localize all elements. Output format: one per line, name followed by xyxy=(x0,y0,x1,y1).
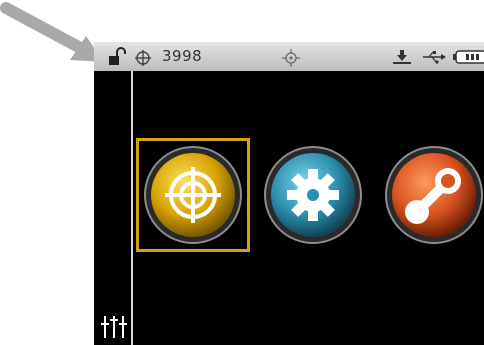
crosshair-icon xyxy=(135,50,151,66)
unlocked-padlock-icon[interactable] xyxy=(108,47,126,67)
battery-icon xyxy=(453,50,484,64)
measure-app-button[interactable] xyxy=(143,145,243,245)
status-bar: 3998 xyxy=(94,42,484,71)
usb-icon xyxy=(423,51,446,64)
settings-app-button[interactable] xyxy=(263,145,363,245)
measurement-count: 3998 xyxy=(162,47,203,65)
sliders-icon[interactable] xyxy=(100,314,130,340)
target-icon xyxy=(282,49,300,67)
main-screen xyxy=(94,71,484,345)
download-icon xyxy=(393,50,411,64)
connect-app-button[interactable] xyxy=(384,145,484,245)
device-screen: 3998 xyxy=(94,42,484,345)
sidebar-divider xyxy=(131,71,133,345)
